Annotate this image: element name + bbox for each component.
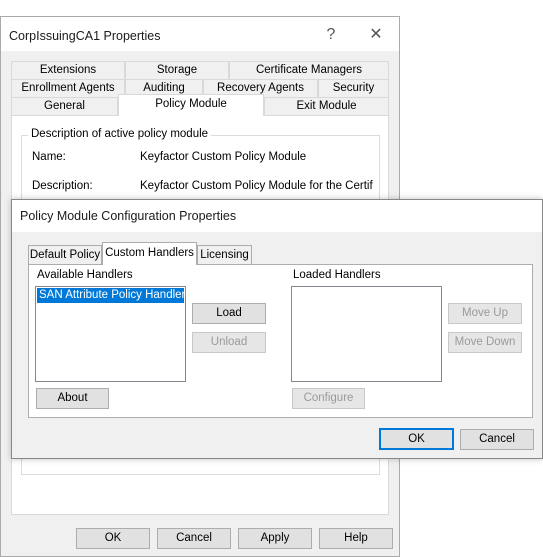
- tab-storage[interactable]: Storage: [125, 61, 229, 79]
- tab-certificate-managers[interactable]: Certificate Managers: [229, 61, 389, 79]
- unload-button[interactable]: Unload: [192, 332, 266, 353]
- help-icon[interactable]: ?: [319, 25, 343, 45]
- load-button[interactable]: Load: [192, 303, 266, 324]
- name-label: Name:: [32, 151, 66, 163]
- configure-button[interactable]: Configure: [292, 388, 365, 409]
- tab-default-policy[interactable]: Default Policy: [28, 245, 102, 264]
- loaded-handlers-label: Loaded Handlers: [293, 269, 381, 281]
- description-value: Keyfactor Custom Policy Module for the C…: [140, 180, 373, 192]
- custom-handlers-panel: Available Handlers SAN Attribute Policy …: [28, 264, 533, 418]
- config-dialog: Policy Module Configuration Properties D…: [11, 199, 543, 459]
- tab-licensing[interactable]: Licensing: [197, 245, 252, 264]
- properties-help-button[interactable]: Help: [319, 528, 393, 549]
- tab-policy-module[interactable]: Policy Module: [118, 94, 264, 116]
- move-up-button[interactable]: Move Up: [448, 303, 522, 324]
- config-cancel-button[interactable]: Cancel: [460, 429, 534, 450]
- config-titlebar: Policy Module Configuration Properties: [12, 200, 542, 232]
- properties-titlebar: CorpIssuingCA1 Properties ? ✕: [1, 17, 399, 51]
- close-icon[interactable]: ✕: [363, 25, 389, 45]
- properties-title: CorpIssuingCA1 Properties: [9, 29, 161, 43]
- properties-cancel-button[interactable]: Cancel: [157, 528, 231, 549]
- config-ok-button[interactable]: OK: [379, 428, 454, 450]
- about-button[interactable]: About: [36, 388, 109, 409]
- config-title: Policy Module Configuration Properties: [20, 209, 237, 223]
- properties-apply-button[interactable]: Apply: [238, 528, 312, 549]
- available-handler-item[interactable]: SAN Attribute Policy Handler: [37, 288, 185, 303]
- properties-ok-button[interactable]: OK: [76, 528, 150, 549]
- description-label: Description:: [32, 180, 93, 192]
- tab-exit-module[interactable]: Exit Module: [264, 97, 389, 115]
- available-handlers-list[interactable]: SAN Attribute Policy Handler: [35, 286, 186, 382]
- tab-custom-handlers[interactable]: Custom Handlers: [102, 242, 197, 265]
- tab-general[interactable]: General: [11, 97, 118, 115]
- loaded-handlers-list[interactable]: [291, 286, 442, 382]
- available-handlers-label: Available Handlers: [37, 269, 133, 281]
- tab-extensions[interactable]: Extensions: [11, 61, 125, 79]
- move-down-button[interactable]: Move Down: [448, 332, 522, 353]
- group-title: Description of active policy module: [28, 128, 212, 140]
- tab-enrollment-agents[interactable]: Enrollment Agents: [11, 79, 125, 97]
- tab-security[interactable]: Security: [318, 79, 389, 97]
- name-value: Keyfactor Custom Policy Module: [140, 151, 307, 163]
